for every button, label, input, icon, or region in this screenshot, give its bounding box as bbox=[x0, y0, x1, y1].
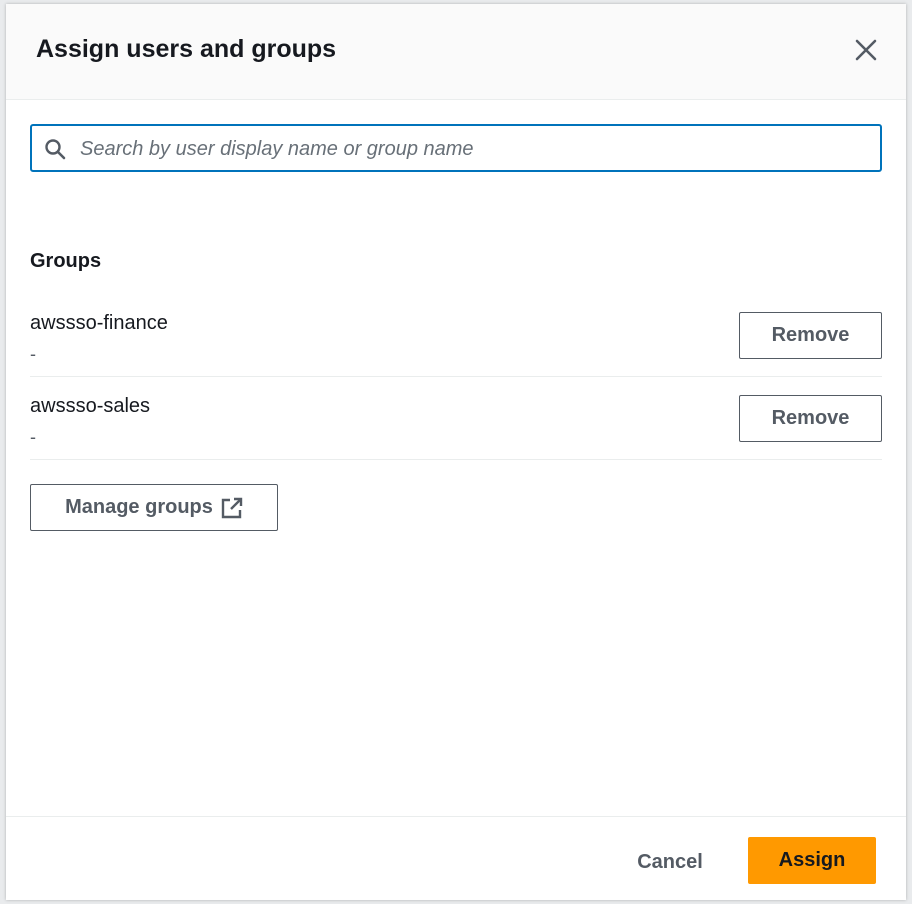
search-box bbox=[30, 124, 882, 172]
modal-header: Assign users and groups bbox=[6, 4, 906, 100]
list-item: awssso-sales - Remove bbox=[30, 377, 882, 460]
manage-groups-button[interactable]: Manage groups bbox=[30, 484, 278, 531]
group-list: awssso-finance - Remove awssso-sales - R… bbox=[30, 294, 882, 460]
groups-heading: Groups bbox=[30, 250, 102, 272]
assign-users-groups-modal: Assign users and groups Groups awssso-fi… bbox=[6, 4, 906, 900]
close-icon bbox=[855, 39, 877, 61]
list-item: awssso-finance - Remove bbox=[30, 294, 882, 377]
group-name: awssso-finance bbox=[30, 312, 168, 334]
modal-title: Assign users and groups bbox=[36, 35, 337, 63]
modal-footer: Cancel Assign bbox=[6, 816, 906, 900]
remove-button[interactable]: Remove bbox=[739, 312, 882, 359]
group-description: - bbox=[30, 427, 36, 447]
manage-groups-label: Manage groups bbox=[65, 496, 213, 518]
cancel-button[interactable]: Cancel bbox=[618, 839, 722, 885]
search-input[interactable] bbox=[78, 126, 872, 172]
assign-button[interactable]: Assign bbox=[748, 837, 876, 884]
group-description: - bbox=[30, 344, 36, 364]
external-link-icon bbox=[221, 497, 243, 518]
search-icon bbox=[45, 139, 66, 160]
remove-button[interactable]: Remove bbox=[739, 395, 882, 442]
close-button[interactable] bbox=[854, 38, 878, 62]
group-name: awssso-sales bbox=[30, 395, 151, 417]
